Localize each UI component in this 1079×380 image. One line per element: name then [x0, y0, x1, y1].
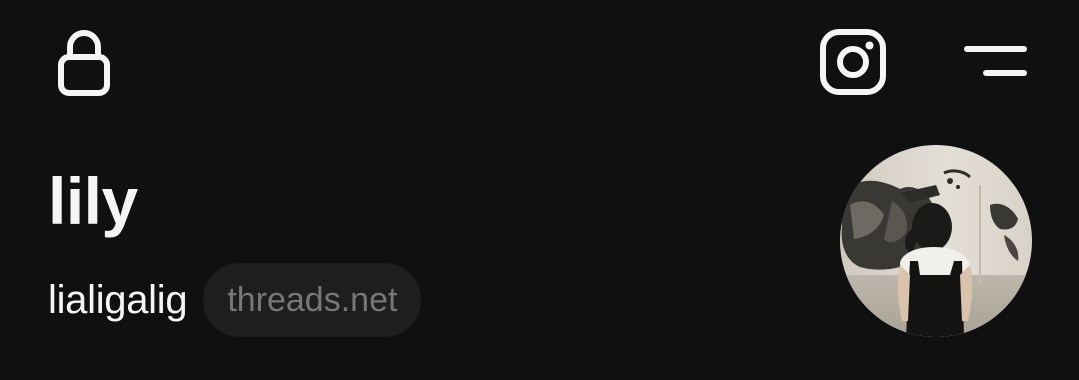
lock-icon-graphic — [58, 30, 110, 96]
avatar[interactable] — [840, 145, 1032, 337]
profile-display-name: lily — [48, 164, 138, 238]
instagram-icon-graphic — [820, 29, 886, 95]
threads-domain-badge[interactable]: threads.net — [203, 263, 422, 337]
profile-username: lialigalig — [48, 278, 188, 322]
threads-domain-label: threads.net — [227, 281, 398, 319]
profile-handle-row: lialigalig threads.net — [48, 262, 422, 338]
instagram-icon[interactable] — [808, 22, 898, 102]
menu-icon-graphic — [964, 46, 1027, 76]
lock-icon[interactable] — [44, 22, 124, 102]
profile-photo — [840, 145, 1032, 337]
menu-icon[interactable] — [955, 32, 1037, 92]
profile-screen: lily lialigalig threads.net — [0, 0, 1079, 380]
